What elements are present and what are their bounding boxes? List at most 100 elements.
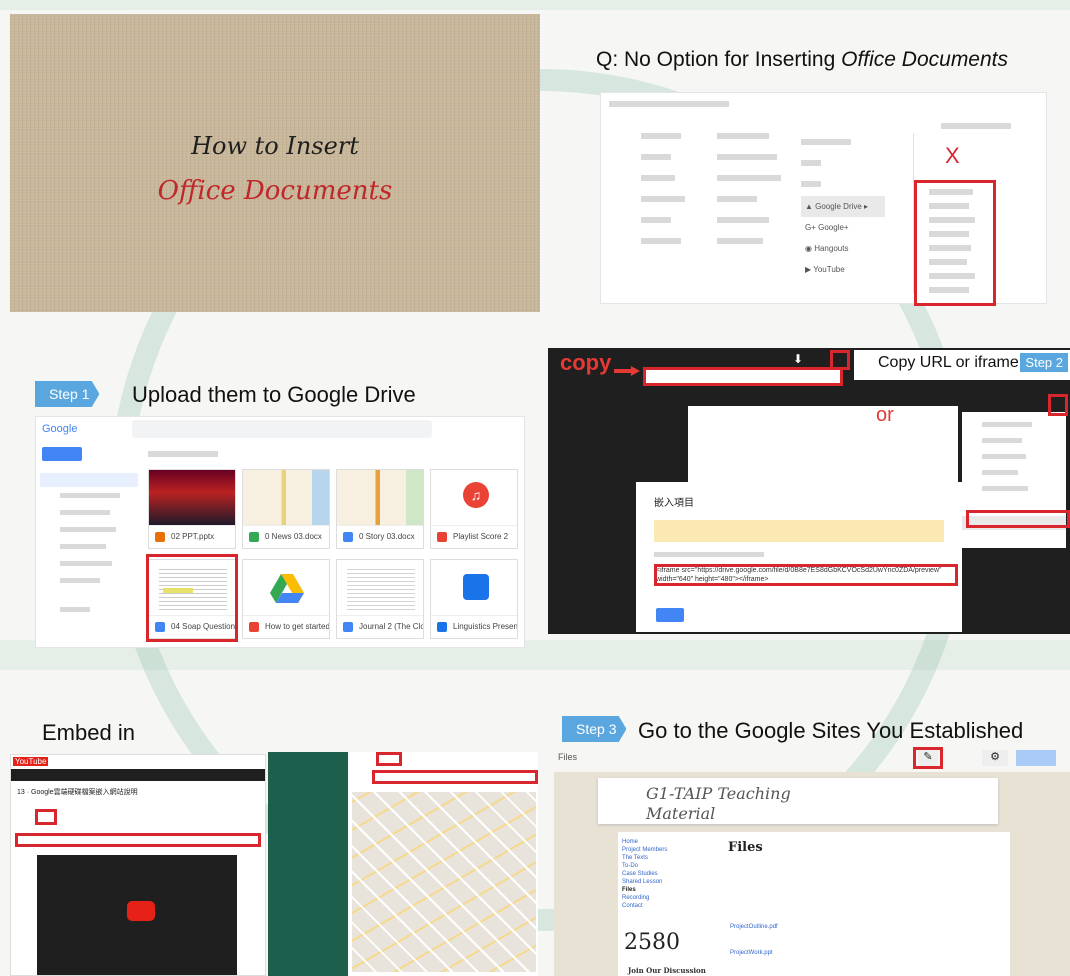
file-tile[interactable]: Journal 2 (The Clo... [336, 559, 424, 639]
site-content: Home Project Members The Texts To-Do Cas… [618, 832, 1010, 976]
uploaded-file-highlight [146, 554, 238, 642]
step-3-badge: Step 3 [562, 716, 627, 742]
share-highlight [35, 809, 57, 825]
nav-link[interactable]: Project Members [622, 846, 667, 854]
video-title: 13 · Google雲端硬碟檔案嵌入網站說明 [17, 789, 138, 796]
file-tile[interactable]: 0 News 03.docx [242, 469, 330, 549]
title-line-2: Office Documents [157, 176, 393, 206]
drive-logo: Google [42, 423, 78, 435]
nav-link[interactable]: The Texts [622, 854, 667, 862]
panel-heading: Embed in [42, 720, 135, 745]
dialog-notice [654, 520, 944, 542]
panel-google-sites: Step 3 Go to the Google Sites You Establ… [548, 690, 1070, 976]
hangouts-item[interactable]: ◉ Hangouts [801, 238, 885, 259]
panel-copy-url: copy ⬇ Copy URL or iframe Step 2 or 嵌入項目… [548, 348, 1070, 636]
drive-icon [270, 574, 304, 603]
present-icon [463, 574, 489, 600]
nav-link[interactable]: Recording [622, 894, 667, 902]
or-label: or [876, 404, 894, 426]
nav-link[interactable]: Contact [622, 902, 667, 910]
missing-options-highlight [914, 180, 996, 306]
school-page-screenshot [268, 752, 538, 976]
embed-item-highlight [966, 510, 1070, 528]
file-toolbar [724, 896, 1004, 906]
copy-label: copy [560, 350, 612, 375]
site-screenshot: G1-TAIP Teaching Material Home Project M… [554, 772, 1070, 976]
menu-col-3: ▲ Google Drive ▸ G+ Google+ ◉ Hangouts ▶… [801, 133, 885, 280]
youtube-logo: YouTube [13, 757, 49, 766]
edit-highlight [913, 747, 943, 769]
new-button[interactable] [42, 447, 82, 461]
google-plus-item[interactable]: G+ Google+ [801, 217, 885, 238]
arrow-icon [614, 366, 640, 376]
file-tile[interactable]: Linguistics Present... [430, 559, 518, 639]
file-tile[interactable]: 0 Story 03.docx [336, 469, 424, 549]
file-name: 0 News 03.docx [243, 525, 329, 548]
panel-embed: Embed in YouTube 13 · Google雲端硬碟檔案嵌入網站說明 [10, 690, 538, 976]
youtube-item[interactable]: ▶ YouTube [801, 259, 885, 280]
embed-dialog: 嵌入項目 <iframe src="https://drive.google.c… [636, 482, 962, 632]
site-banner: G1-TAIP Teaching Material [598, 778, 998, 824]
panel-heading: Upload them to Google Drive [132, 382, 416, 407]
file-name: 02 PPT.pptx [149, 525, 235, 548]
drive-sidebar [40, 473, 138, 612]
nav-link[interactable]: To-Do [622, 862, 667, 870]
tab-highlight [376, 752, 402, 766]
heading-italic: Office Documents [841, 48, 1009, 71]
iframe-highlight [654, 564, 958, 586]
panel-heading: Q: No Option for Inserting Office Docume… [596, 48, 1008, 72]
video-player[interactable] [37, 855, 237, 975]
gear-icon[interactable]: ⚙ [982, 750, 1008, 766]
menu-col-2 [717, 133, 781, 244]
file-name: Playlist Score 2 [431, 525, 517, 548]
nav-link[interactable]: Shared Lesson [622, 878, 667, 886]
file-name: Journal 2 (The Clo... [337, 615, 423, 638]
school-sidebar [268, 752, 348, 976]
file-row[interactable]: ProjectWork.ppt [730, 950, 773, 956]
panel-heading: Go to the Google Sites You Established [638, 718, 1024, 743]
file-name: 0 Story 03.docx [337, 525, 423, 548]
menu-highlight [830, 350, 850, 370]
x-mark: X [945, 143, 960, 168]
music-icon: ♫ [463, 482, 489, 508]
viewer-screenshot: copy ⬇ Copy URL or iframe Step 2 or 嵌入項目… [548, 348, 1070, 634]
hangouts-label: Hangouts [814, 244, 849, 253]
panel-upload: Step 1 Upload them to Google Drive Googl… [10, 350, 530, 650]
title-bar: Copy URL or iframe Step 2 [854, 350, 1070, 380]
play-icon [127, 901, 155, 921]
gplus-label: Google+ [818, 223, 849, 232]
address-highlight [372, 770, 538, 784]
file-row[interactable]: ProjectOutline.pdf [730, 924, 778, 930]
step-2-badge: Step 2 [1020, 353, 1068, 372]
file-tile[interactable]: 02 PPT.pptx [148, 469, 236, 549]
heading-text: Q: No Option for Inserting [596, 48, 842, 71]
nav-link[interactable]: Case Studies [622, 870, 667, 878]
download-icon: ⬇ [793, 352, 804, 366]
overflow-highlight [1048, 394, 1068, 416]
nav-link[interactable]: Files [622, 886, 667, 894]
embed-code-highlight [15, 833, 261, 847]
file-tile[interactable]: ♫ Playlist Score 2 [430, 469, 518, 549]
site-nav: Home Project Members The Texts To-Do Cas… [622, 838, 667, 910]
drive-screenshot: Google 02 PPT.pptx 0 News 03.docx 0 Stor… [35, 416, 525, 648]
step-1-badge: Step 1 [35, 381, 100, 407]
file-tile[interactable]: How to get started... [242, 559, 330, 639]
join-discussion[interactable]: Join Our Discussion [628, 966, 706, 975]
drive-label: Google Drive [815, 202, 862, 211]
search-bar[interactable] [132, 420, 432, 438]
site-title: G1-TAIP Teaching Material [646, 784, 791, 823]
files-label: Files [558, 752, 578, 762]
menu-col-1 [641, 133, 685, 244]
done-button[interactable] [656, 608, 684, 622]
file-name: Linguistics Present... [431, 615, 517, 638]
url-highlight [643, 367, 843, 386]
file-name: How to get started... [243, 615, 329, 638]
page-title: Files [728, 840, 763, 855]
google-drive-menu-item[interactable]: ▲ Google Drive ▸ [801, 196, 885, 217]
nav-link[interactable]: Home [622, 838, 667, 846]
heading: Copy URL or iframe [878, 354, 1019, 371]
share-button[interactable] [1016, 750, 1056, 766]
dialog-title: 嵌入項目 [654, 498, 694, 509]
site-counter: 2580 [624, 930, 680, 955]
title-slide: How to Insert Office Documents [10, 14, 540, 312]
